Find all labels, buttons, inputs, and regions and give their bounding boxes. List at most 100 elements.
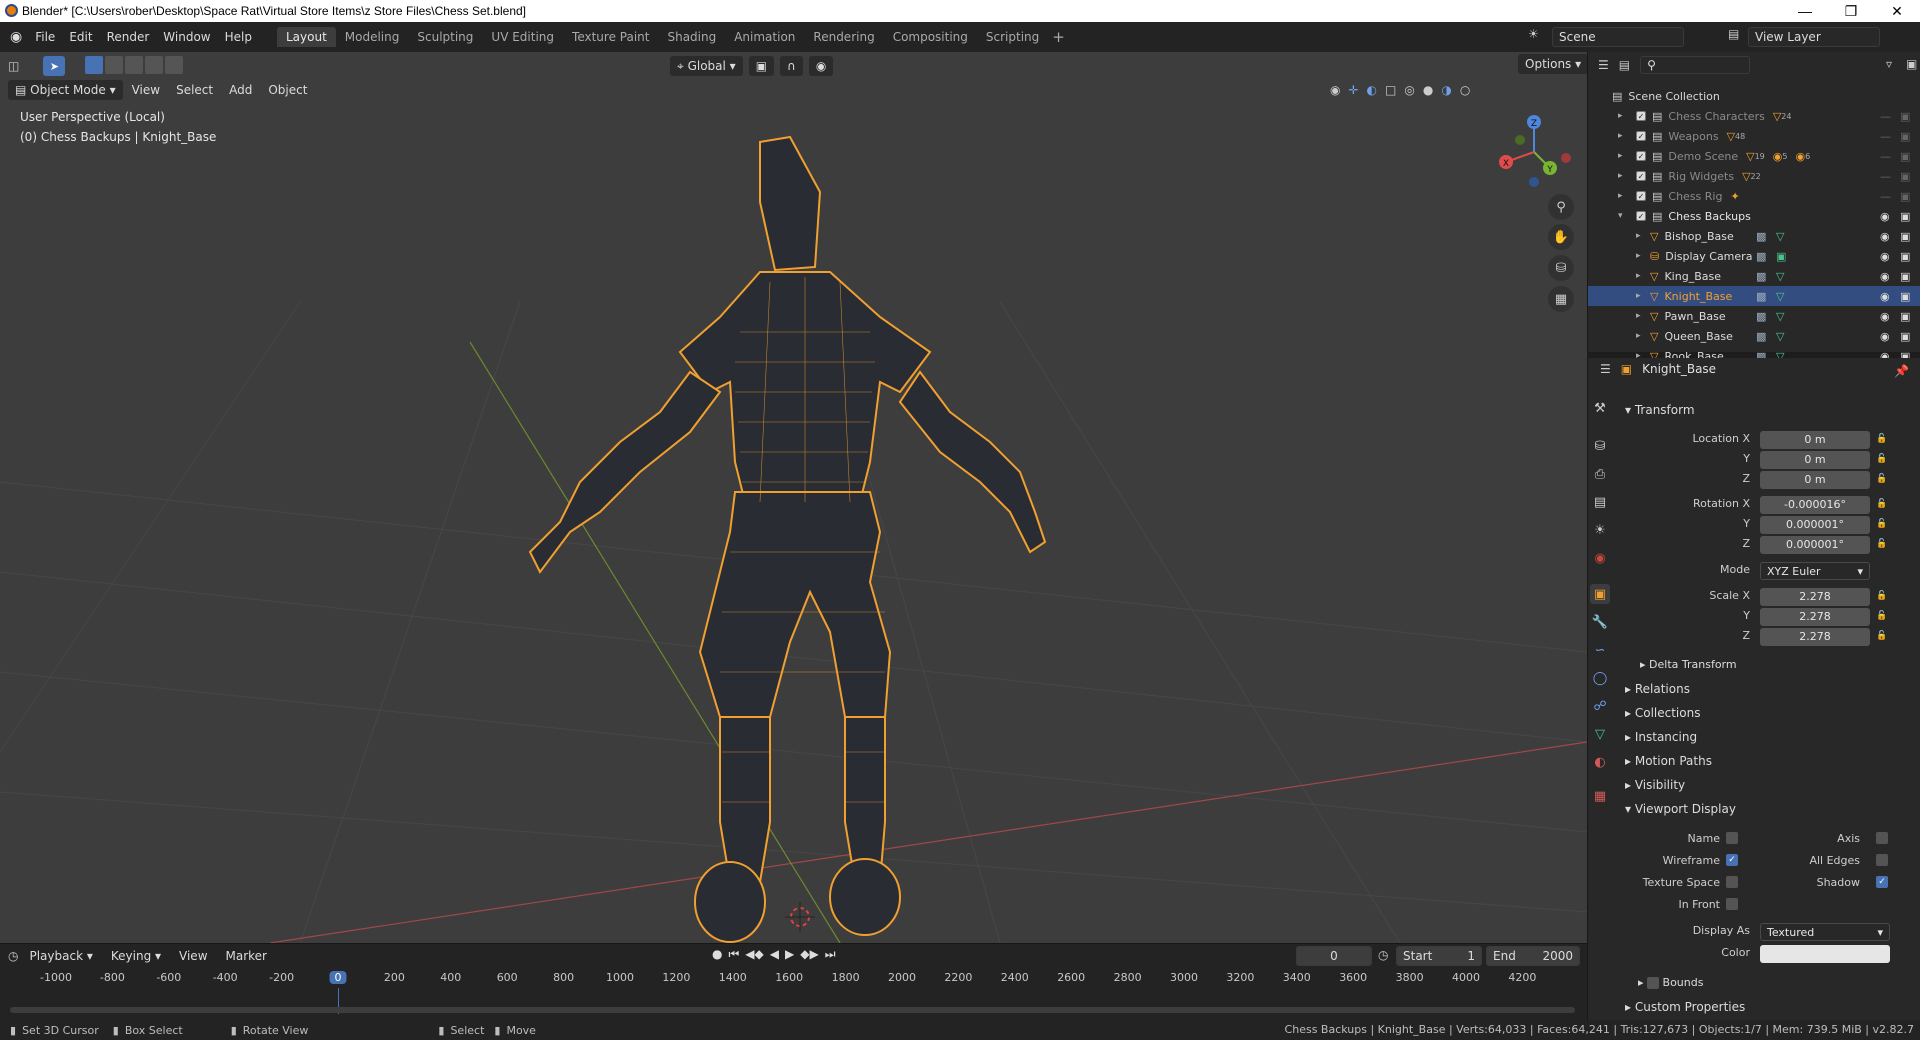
lock-icon[interactable]: 🔓 [1876, 499, 1887, 509]
outliner-display-mode-icon[interactable]: ▤ [1619, 58, 1630, 72]
start-frame-field[interactable]: Start 1 [1396, 946, 1482, 966]
physics-tab-icon[interactable]: ◯ [1590, 668, 1610, 688]
timeline-editor-type-icon[interactable]: ◷ [8, 949, 18, 963]
scale-x-field[interactable]: 2.278 [1760, 588, 1870, 606]
view-layer-tab-icon[interactable]: ▤ [1590, 492, 1610, 512]
visibility-eye-icon[interactable]: ◉ [1880, 330, 1890, 343]
expand-arrow-icon[interactable]: ▸ [1636, 311, 1646, 321]
menu-window[interactable]: Window [156, 30, 217, 44]
render-camera-icon[interactable]: ▣ [1900, 190, 1910, 203]
collections-panel-header[interactable]: ▸ Collections [1625, 706, 1700, 720]
outliner-search-input[interactable]: ⚲ [1640, 56, 1751, 74]
texture-tab-icon[interactable]: ▦ [1590, 786, 1610, 806]
location-y-field[interactable]: 0 m [1760, 451, 1870, 469]
texture-space-checkbox[interactable] [1726, 876, 1738, 888]
color-swatch[interactable] [1760, 945, 1890, 963]
in-front-checkbox[interactable] [1726, 898, 1738, 910]
expand-arrow-icon[interactable]: ▸ [1618, 111, 1628, 121]
outliner-scene-collection[interactable]: ▤ Scene Collection [1588, 86, 1920, 106]
current-frame-field[interactable]: 0 [1296, 946, 1372, 966]
scale-z-field[interactable]: 2.278 [1760, 628, 1870, 646]
viewport-display-panel-header[interactable]: ▾ Viewport Display [1625, 802, 1736, 816]
collection-checkbox[interactable]: ✓ [1636, 111, 1646, 121]
visibility-panel-header[interactable]: ▸ Visibility [1625, 778, 1685, 792]
properties-editor-type-icon[interactable]: ☰ [1600, 362, 1611, 376]
visibility-hidden-icon[interactable]: — [1880, 110, 1891, 123]
tab-sculpting[interactable]: Sculpting [408, 27, 482, 47]
new-collection-icon[interactable]: ▣ [1906, 57, 1917, 71]
tab-compositing[interactable]: Compositing [884, 27, 977, 47]
zoom-icon[interactable]: ⚲ [1548, 194, 1574, 220]
outliner-collection-row[interactable]: ▸ ✓ ▤ Rig Widgets ▽ 22 — ▣ [1588, 166, 1920, 186]
modifier-tab-icon[interactable]: 🔧 [1590, 612, 1610, 632]
timeline-menu-playback[interactable]: Playback ▾ [22, 949, 99, 963]
render-camera-icon[interactable]: ▣ [1900, 170, 1910, 183]
transform-panel-header[interactable]: ▾ Transform [1625, 403, 1695, 417]
timeline-menu-view[interactable]: View [172, 949, 214, 963]
navigation-gizmo[interactable]: Z Y X [1494, 110, 1574, 190]
tab-uv-editing[interactable]: UV Editing [482, 27, 563, 47]
collection-checkbox[interactable]: ✓ [1636, 191, 1646, 201]
outliner-collection-row[interactable]: ▸ ✓ ▤ Weapons ▽ 48 — ▣ [1588, 126, 1920, 146]
collection-checkbox[interactable]: ✓ [1636, 131, 1646, 141]
playhead-indicator[interactable]: 0 [329, 971, 347, 984]
show-axis-checkbox[interactable] [1876, 832, 1888, 844]
visibility-eye-icon[interactable]: ◉ [1880, 310, 1890, 323]
outliner-editor-type-icon[interactable]: ☰ [1598, 58, 1609, 72]
expand-arrow-icon[interactable]: ▸ [1636, 291, 1646, 301]
wireframe-checkbox[interactable]: ✓ [1726, 854, 1738, 866]
play-icon[interactable]: ▶ [785, 947, 794, 962]
tab-texture-paint[interactable]: Texture Paint [563, 27, 658, 47]
visibility-eye-icon[interactable]: ◉ [1880, 230, 1890, 243]
visibility-hidden-icon[interactable]: — [1880, 190, 1891, 203]
rotation-z-field[interactable]: 0.000001° [1760, 536, 1870, 554]
render-camera-icon[interactable]: ▣ [1900, 110, 1910, 123]
world-tab-icon[interactable]: ◉ [1590, 548, 1610, 568]
constraints-tab-icon[interactable]: ☍ [1590, 696, 1610, 716]
outliner-object-row[interactable]: ▸ ⛁ Display Camera ▩ ▣ ◉ ▣ [1588, 246, 1920, 266]
shadow-checkbox[interactable]: ✓ [1876, 876, 1888, 888]
collapse-arrow-icon[interactable]: ▾ [1618, 211, 1628, 221]
perspective-grid-icon[interactable]: ▦ [1548, 286, 1574, 312]
visibility-eye-icon[interactable]: ◉ [1880, 210, 1890, 223]
knight-mesh[interactable] [528, 135, 1047, 943]
timeline-menu-keying[interactable]: Keying ▾ [104, 949, 168, 963]
timeline-scrollbar[interactable] [10, 1007, 1575, 1013]
lock-icon[interactable]: 🔓 [1876, 631, 1887, 641]
visibility-hidden-icon[interactable]: — [1880, 130, 1891, 143]
lock-icon[interactable]: 🔓 [1876, 474, 1887, 484]
visibility-hidden-icon[interactable]: — [1880, 170, 1891, 183]
visibility-hidden-icon[interactable]: — [1880, 150, 1891, 163]
scale-y-field[interactable]: 2.278 [1760, 608, 1870, 626]
tool-tab-icon[interactable]: ⚒ [1590, 398, 1610, 418]
tab-animation[interactable]: Animation [725, 27, 804, 47]
lock-icon[interactable]: 🔓 [1876, 611, 1887, 621]
show-name-checkbox[interactable] [1726, 832, 1738, 844]
expand-arrow-icon[interactable]: ▸ [1636, 251, 1646, 261]
3d-viewport[interactable]: ◫ ➤ ⌖ Global ▾ ▣ ∩ ◉ Options ▾ ▤ Object … [0, 52, 1587, 943]
outliner-object-row[interactable]: ▸ ▽ Bishop_Base ▩ ▽ ◉ ▣ [1588, 226, 1920, 246]
expand-arrow-icon[interactable]: ▸ [1636, 331, 1646, 341]
outliner-collection-row[interactable]: ▸ ✓ ▤ Chess Characters ▽ 24 — ▣ [1588, 106, 1920, 126]
view-layer-selector[interactable]: View Layer [1748, 27, 1880, 47]
menu-render[interactable]: Render [100, 30, 157, 44]
outliner-object-row[interactable]: ▸ ▽ King_Base ▩ ▽ ◉ ▣ [1588, 266, 1920, 286]
all-edges-checkbox[interactable] [1876, 854, 1888, 866]
render-camera-icon[interactable]: ▣ [1900, 290, 1910, 303]
camera-view-icon[interactable]: ⛁ [1548, 255, 1574, 281]
rotation-x-field[interactable]: -0.000016° [1760, 496, 1870, 514]
data-tab-icon[interactable]: ▽ [1590, 724, 1610, 744]
expand-arrow-icon[interactable]: ▸ [1618, 191, 1628, 201]
tab-layout[interactable]: Layout [276, 27, 336, 47]
render-camera-icon[interactable]: ▣ [1900, 310, 1910, 323]
maximize-icon[interactable]: ❐ [1828, 0, 1874, 22]
render-camera-icon[interactable]: ▣ [1900, 330, 1910, 343]
collection-checkbox[interactable]: ✓ [1636, 151, 1646, 161]
render-camera-icon[interactable]: ▣ [1900, 150, 1910, 163]
menu-help[interactable]: Help [218, 30, 259, 44]
minimize-icon[interactable]: — [1782, 0, 1828, 22]
tab-scripting[interactable]: Scripting [977, 27, 1048, 47]
expand-arrow-icon[interactable]: ▸ [1636, 231, 1646, 241]
instancing-panel-header[interactable]: ▸ Instancing [1625, 730, 1697, 744]
outliner-collection-row[interactable]: ▾ ✓ ▤ Chess Backups ◉ ▣ [1588, 206, 1920, 226]
